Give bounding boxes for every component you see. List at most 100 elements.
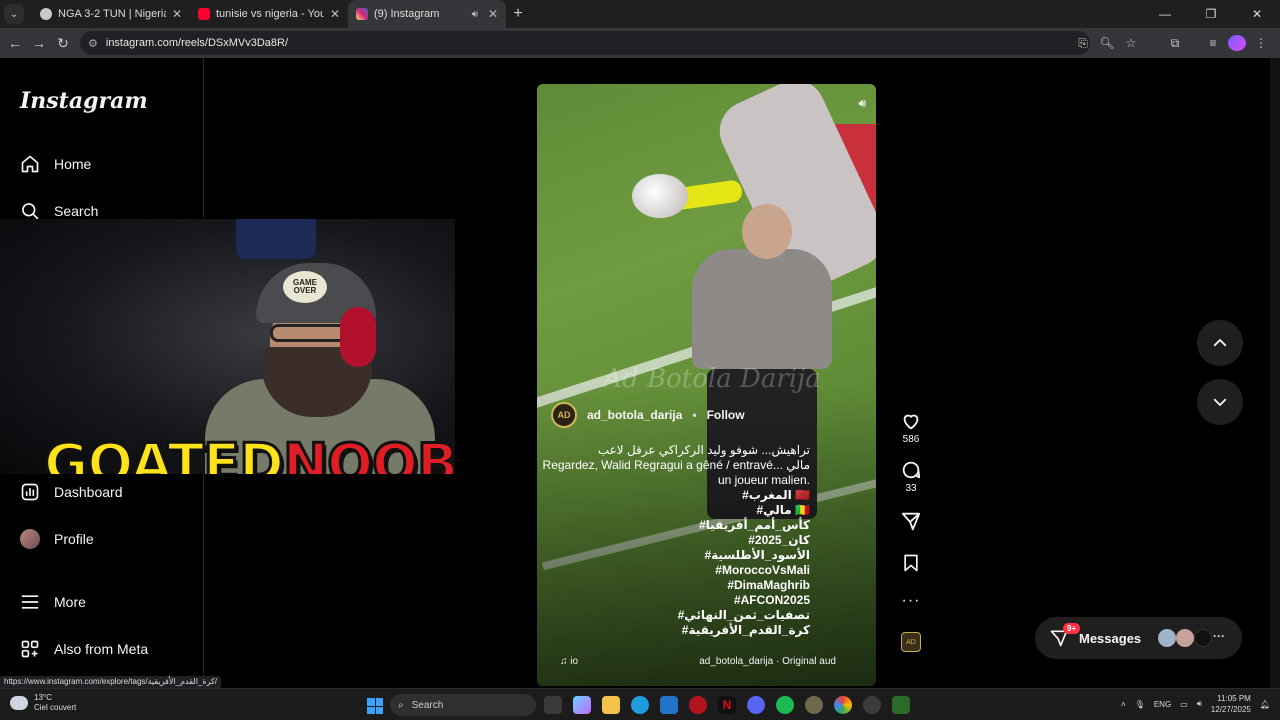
previous-reel-button[interactable]	[1197, 320, 1243, 366]
hashtag-link[interactable]: #الأسود_الأطلسية	[510, 548, 810, 563]
file-explorer-icon[interactable]	[602, 696, 620, 714]
notification-icon[interactable]: 🔔︎	[1260, 700, 1270, 709]
headphones	[340, 307, 376, 367]
hashtag-link[interactable]: #تصفيات_ثمن_النهائي	[510, 608, 810, 623]
app-icon[interactable]	[689, 696, 707, 714]
close-icon[interactable]: ✕	[488, 7, 498, 21]
terminal-icon[interactable]	[892, 696, 910, 714]
hashtag-link[interactable]: #AFCON2025	[510, 593, 810, 608]
cloud-icon	[10, 696, 28, 710]
sidebar-item-profile[interactable]: Profile	[20, 529, 94, 549]
sidebar-item-search[interactable]: Search	[20, 201, 98, 221]
original-audio-link[interactable]: ad_botola_darija · Original aud	[699, 656, 836, 667]
maximize-button[interactable]: ❐	[1188, 0, 1234, 28]
close-icon[interactable]: ✕	[330, 7, 340, 21]
back-button[interactable]: ←	[3, 35, 27, 51]
profile-avatar[interactable]	[1228, 35, 1246, 51]
scrollbar[interactable]	[1270, 58, 1280, 688]
like-button[interactable]: 586	[900, 410, 922, 445]
clock[interactable]: 11:05 PM 12/27/2025	[1211, 693, 1251, 715]
taskbar-search[interactable]: ⌕ Search	[390, 694, 536, 716]
new-tab-button[interactable]: +	[506, 5, 530, 23]
hashtag-link[interactable]: #المغرب 🇲🇦	[510, 488, 810, 503]
tab-youtube[interactable]: tunisie vs nigeria - YouTube ✕	[190, 0, 348, 28]
speaker-icon[interactable]: 🔊︎	[858, 96, 866, 111]
tab-instagram[interactable]: (9) Instagram 🔊︎ ✕	[348, 0, 506, 28]
store-icon[interactable]	[660, 696, 678, 714]
chrome-icon[interactable]	[834, 696, 852, 714]
caption-line: Regardez, Walid Regragui a gêné / entrav…	[542, 458, 810, 472]
tab-list-button[interactable]: ⌄	[4, 4, 24, 24]
audio-icon-label[interactable]: ♫ io	[560, 656, 578, 667]
window-controls: — ❐ ✕	[1142, 0, 1280, 28]
author-avatar[interactable]: AD	[551, 402, 577, 428]
like-count: 586	[902, 434, 920, 445]
share-button[interactable]	[900, 510, 922, 532]
task-view-icon[interactable]	[544, 696, 562, 714]
volume-icon[interactable]: 🔊︎	[1197, 699, 1202, 709]
extensions-icon[interactable]: ⧉	[1166, 36, 1184, 51]
language-indicator[interactable]: ENG	[1154, 700, 1171, 709]
search-icon	[20, 201, 40, 221]
sidebar-item-also-from-meta[interactable]: Also from Meta	[20, 639, 148, 659]
tab-title: (9) Instagram	[374, 8, 440, 20]
caption-line: un joueur malien.	[717, 473, 810, 487]
close-icon[interactable]: ✕	[172, 7, 182, 21]
avatar	[1158, 629, 1176, 647]
streamer-glasses	[270, 324, 350, 342]
comment-button[interactable]: 33	[900, 459, 922, 494]
bookmark-star-icon[interactable]: ☆	[1122, 36, 1140, 50]
sidebar-item-more[interactable]: More	[20, 592, 86, 612]
hashtag-link[interactable]: #MoroccoVsMali	[510, 563, 810, 578]
more-menu-icon[interactable]: ⋮	[1252, 36, 1270, 50]
site-info-icon[interactable]: ⚙	[88, 37, 98, 50]
more-icon[interactable]: ···	[1213, 629, 1225, 643]
hashtag-link[interactable]: #مالي 🇲🇱	[510, 503, 810, 518]
close-window-button[interactable]: ✕	[1234, 0, 1280, 28]
app-icon[interactable]	[805, 696, 823, 714]
brand-part-1: GOATED	[43, 432, 286, 474]
hashtag-link[interactable]: #كأس_أمم_أفريقيا	[510, 518, 810, 533]
save-button[interactable]	[901, 552, 921, 574]
tab-nigeria-tunisia[interactable]: NGA 3-2 TUN | Nigeria v Tunisi ✕	[32, 0, 190, 28]
chevron-up-icon	[1213, 339, 1227, 347]
author-username[interactable]: ad_botola_darija	[587, 408, 682, 422]
follow-button[interactable]: Follow	[707, 408, 745, 422]
hashtag-link[interactable]: #كرة_القدم_الأفريقية	[510, 623, 810, 638]
network-icon[interactable]: ▭	[1180, 700, 1188, 709]
hashtag-link[interactable]: #كان_2025	[510, 533, 810, 548]
copilot-icon[interactable]	[573, 696, 591, 714]
forward-button[interactable]: →	[27, 35, 51, 51]
speaker-icon[interactable]: 🔊︎	[472, 9, 478, 20]
reel-actions: 586 33 ··· AD	[895, 410, 927, 652]
reload-button[interactable]: ↻	[51, 35, 75, 52]
next-reel-button[interactable]	[1197, 379, 1243, 425]
chevron-up-icon[interactable]: ˄	[1121, 700, 1126, 709]
media-controls-icon[interactable]: ≡	[1204, 36, 1222, 50]
sidebar-item-dashboard[interactable]: Dashboard	[20, 482, 123, 502]
messages-button[interactable]: 9+ Messages ···	[1035, 617, 1242, 659]
reel-audio-row: ♫ io ad_botola_darija · Original aud	[560, 656, 860, 667]
sidebar-item-home[interactable]: Home	[20, 154, 91, 174]
address-bar[interactable]: ⚙ instagram.com/reels/DSxMVv3Da8R/	[80, 31, 1090, 55]
webcam-overlay: GAME OVER GOATEDNOOBIE	[0, 219, 455, 474]
microphone-icon[interactable]: 🎙︎	[1135, 700, 1145, 709]
instagram-logo[interactable]: Instagram	[20, 88, 148, 114]
avatar	[1194, 629, 1212, 647]
discord-icon[interactable]	[747, 696, 765, 714]
chevron-down-icon	[1213, 398, 1227, 406]
weather-widget[interactable]: 13°C Ciel couvert	[10, 693, 76, 713]
audio-thumbnail[interactable]: AD	[901, 632, 921, 652]
status-bar-url: https://www.instagram.com/explore/tags/ك…	[0, 676, 222, 688]
microphone	[236, 219, 316, 259]
hashtag-link[interactable]: #DimaMaghrib	[510, 578, 810, 593]
install-app-icon[interactable]: ⎘	[1074, 36, 1092, 51]
spotify-icon[interactable]	[776, 696, 794, 714]
netflix-icon[interactable]: N	[718, 696, 736, 714]
edge-icon[interactable]	[631, 696, 649, 714]
zoom-icon[interactable]: 🔍︎	[1098, 36, 1116, 50]
app-icon[interactable]	[863, 696, 881, 714]
more-options-icon[interactable]: ···	[902, 592, 921, 610]
minimize-button[interactable]: —	[1142, 0, 1188, 28]
windows-start-button[interactable]	[367, 698, 383, 714]
